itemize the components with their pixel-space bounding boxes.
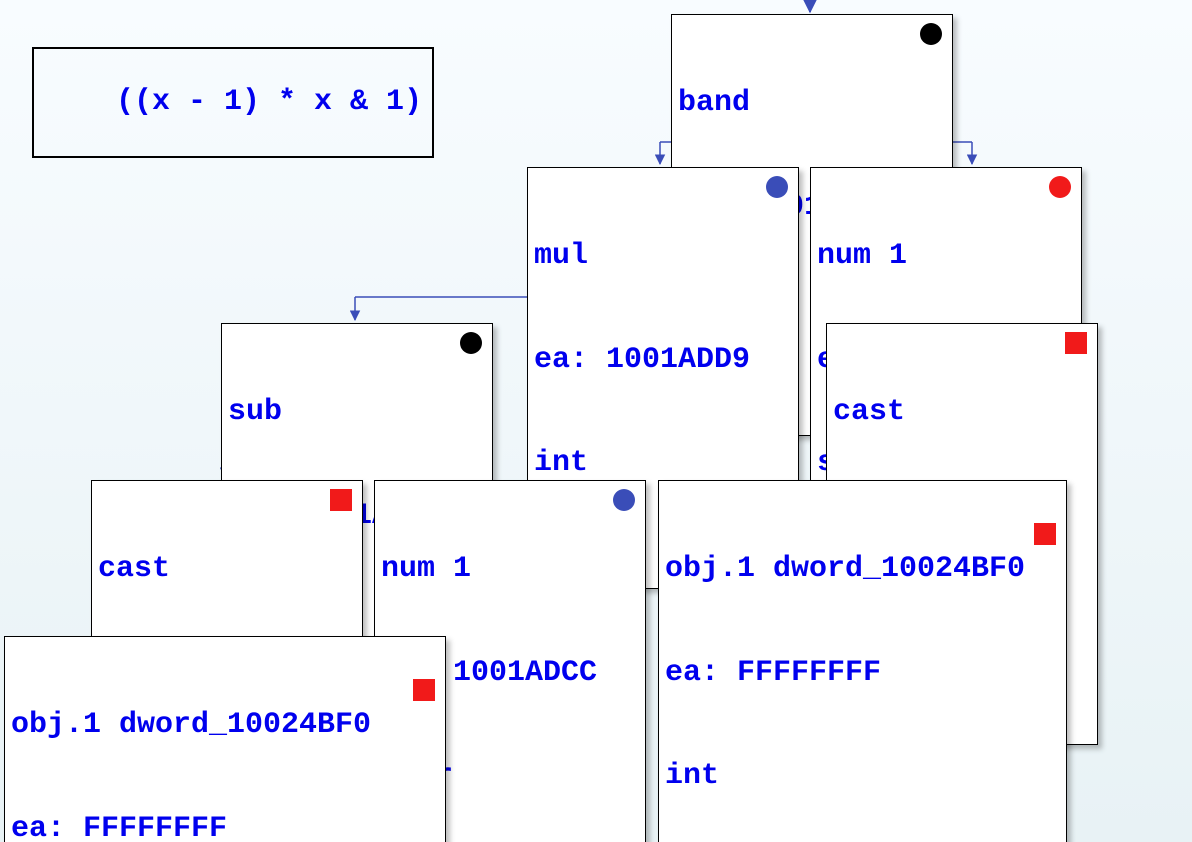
node-ea: ea: FFFFFFFF (665, 656, 1060, 691)
marker-icon (613, 489, 635, 511)
node-ea: ea: FFFFFFFF (11, 812, 439, 842)
node-op: num 1 (817, 239, 1075, 274)
node-op: sub (228, 395, 486, 430)
node-op: obj.1 dword_10024BF0 (11, 708, 439, 743)
marker-icon (413, 679, 435, 701)
node-op: band (678, 86, 946, 121)
node-ea: ea: 1001ADD9 (534, 343, 792, 378)
marker-icon (460, 332, 482, 354)
node-op: cast (98, 552, 356, 587)
node-type: int (534, 446, 792, 481)
marker-icon (1049, 176, 1071, 198)
node-op: cast (833, 395, 1091, 430)
node-op: mul (534, 239, 792, 274)
node-op: obj.1 dword_10024BF0 (665, 552, 1060, 587)
node-obj-right[interactable]: obj.1 dword_10024BF0 ea: FFFFFFFF int (658, 480, 1067, 842)
marker-icon (330, 489, 352, 511)
diagram-canvas: ((x - 1) * x & 1) band ea: 1001ADDC int … (0, 0, 1192, 842)
marker-icon (920, 23, 942, 45)
node-type: int (665, 759, 1060, 794)
marker-icon (1034, 523, 1056, 545)
marker-icon (766, 176, 788, 198)
expression-box: ((x - 1) * x & 1) (32, 47, 434, 158)
node-op: num 1 (381, 552, 639, 587)
marker-icon (1065, 332, 1087, 354)
expression-text: ((x - 1) * x & 1) (116, 85, 422, 119)
node-obj-left[interactable]: obj.1 dword_10024BF0 ea: FFFFFFFF int (4, 636, 446, 842)
